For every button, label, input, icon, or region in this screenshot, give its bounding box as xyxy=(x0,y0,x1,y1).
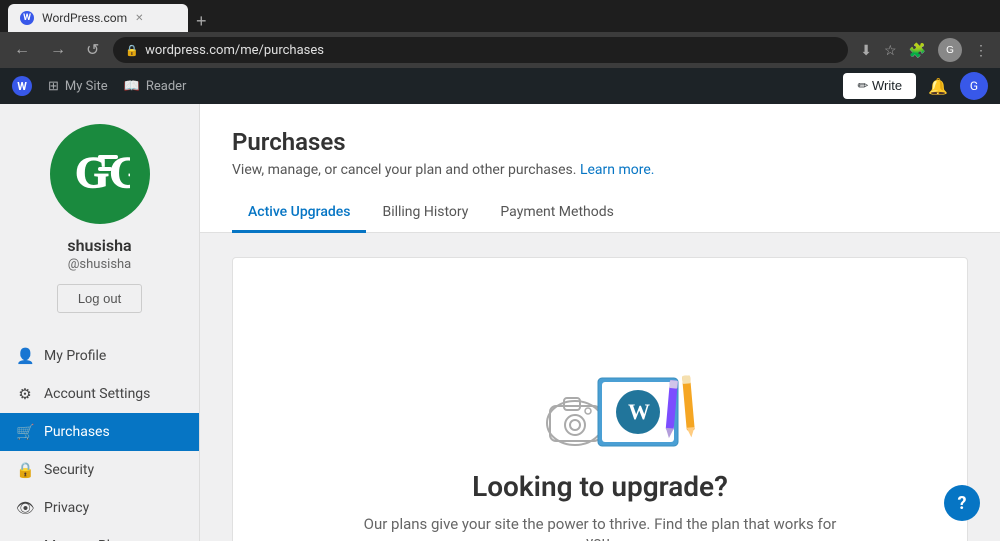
sidebar-item-label: Purchases xyxy=(44,424,183,440)
content-area: Purchases View, manage, or cancel your p… xyxy=(200,104,1000,541)
sidebar-item-label: Security xyxy=(44,462,183,478)
account-settings-icon: ⚙ xyxy=(16,385,34,403)
my-profile-icon: 👤 xyxy=(16,347,34,365)
sidebar-item-label: Privacy xyxy=(44,500,183,516)
sidebar-username: shusisha xyxy=(67,236,131,255)
my-site-label: My Site xyxy=(65,79,108,94)
wp-logo-icon: W xyxy=(12,76,32,96)
back-button[interactable]: ← xyxy=(8,37,36,63)
active-tab[interactable]: W WordPress.com ✕ xyxy=(8,4,188,32)
my-site-nav[interactable]: ⊞ My Site xyxy=(48,79,108,94)
wp-logo[interactable]: W xyxy=(12,76,32,96)
sidebar-item-privacy[interactable]: 👁 Privacy xyxy=(0,489,199,527)
download-icon[interactable]: ⬇ xyxy=(856,38,876,63)
sidebar-item-purchases[interactable]: 🛒 Purchases xyxy=(0,413,199,451)
page-header: Purchases View, manage, or cancel your p… xyxy=(200,104,1000,233)
manage-blogs-icon: ⊞ xyxy=(16,537,34,541)
my-site-icon: ⊞ xyxy=(48,79,59,94)
write-button[interactable]: ✏ Write xyxy=(843,73,916,99)
sidebar-item-label: My Profile xyxy=(44,348,183,364)
sidebar-item-label: Account Settings xyxy=(44,386,183,402)
sidebar-profile: GG shusisha @shusisha Log out xyxy=(0,104,199,329)
svg-text:W: W xyxy=(628,399,650,424)
browser-nav-bar: ← → ↺ 🔒 wordpress.com/me/purchases ⬇ ☆ 🧩… xyxy=(0,32,1000,68)
browser-action-icons: ⬇ ☆ 🧩 G ⋮ xyxy=(856,34,992,66)
sidebar: GG shusisha @shusisha Log out 👤 My Profi… xyxy=(0,104,200,541)
wp-topbar-left: W ⊞ My Site 📖 Reader xyxy=(12,76,186,96)
sidebar-item-my-profile[interactable]: 👤 My Profile xyxy=(0,337,199,375)
reader-nav[interactable]: 📖 Reader xyxy=(124,79,187,94)
sidebar-item-manage-blogs[interactable]: ⊞ Manage Blogs ↗ xyxy=(0,527,199,541)
avatar: GG xyxy=(50,124,150,224)
topbar-avatar[interactable]: G xyxy=(960,72,988,100)
logout-button[interactable]: Log out xyxy=(57,284,142,313)
upgrade-card: W Looking to upgrade? Our plans give you… xyxy=(232,257,968,541)
menu-icon[interactable]: ⋮ xyxy=(970,38,992,63)
sidebar-handle: @shusisha xyxy=(68,257,132,272)
profile-icon[interactable]: G xyxy=(934,34,966,66)
tab-billing-history[interactable]: Billing History xyxy=(366,194,484,233)
profile-avatar: G xyxy=(938,38,962,62)
new-tab-button[interactable]: + xyxy=(188,11,215,32)
page-tabs: Active Upgrades Billing History Payment … xyxy=(232,194,968,232)
upgrade-subtitle: Our plans give your site the power to th… xyxy=(350,515,850,541)
reload-button[interactable]: ↺ xyxy=(80,36,105,64)
sidebar-item-security[interactable]: 🔒 Security xyxy=(0,451,199,489)
forward-button[interactable]: → xyxy=(44,37,72,63)
reader-label: Reader xyxy=(146,79,187,94)
wp-topbar: W ⊞ My Site 📖 Reader ✏ Write 🔔 G xyxy=(0,68,1000,104)
url-text: wordpress.com/me/purchases xyxy=(145,43,324,58)
address-bar[interactable]: 🔒 wordpress.com/me/purchases xyxy=(113,37,848,63)
content-body: W Looking to upgrade? Our plans give you… xyxy=(200,233,1000,541)
help-button[interactable]: ? xyxy=(944,485,980,521)
reader-icon: 📖 xyxy=(124,79,140,94)
security-icon: 🔒 xyxy=(16,461,34,479)
browser-tab-bar: W WordPress.com ✕ + xyxy=(0,0,1000,32)
tab-title: WordPress.com xyxy=(42,11,127,25)
wp-favicon: W xyxy=(20,11,34,25)
page-subtitle: View, manage, or cancel your plan and ot… xyxy=(232,162,968,178)
extensions-icon[interactable]: 🧩 xyxy=(905,38,930,63)
tab-active-upgrades[interactable]: Active Upgrades xyxy=(232,194,366,233)
upgrade-title: Looking to upgrade? xyxy=(472,470,728,503)
purchases-icon: 🛒 xyxy=(16,423,34,441)
main-layout: GG shusisha @shusisha Log out 👤 My Profi… xyxy=(0,104,1000,541)
sidebar-item-account-settings[interactable]: ⚙ Account Settings xyxy=(0,375,199,413)
tab-payment-methods[interactable]: Payment Methods xyxy=(484,194,629,233)
bookmark-icon[interactable]: ☆ xyxy=(880,38,901,63)
lock-icon: 🔒 xyxy=(125,44,139,57)
page-title: Purchases xyxy=(232,128,968,156)
privacy-icon: 👁 xyxy=(16,499,34,517)
tab-close-icon[interactable]: ✕ xyxy=(135,13,143,24)
upgrade-illustration: W xyxy=(520,318,680,438)
avatar-initials: GG xyxy=(70,145,130,203)
wp-topbar-right: ✏ Write 🔔 G xyxy=(843,72,988,100)
notifications-icon[interactable]: 🔔 xyxy=(928,77,948,96)
sidebar-nav: 👤 My Profile ⚙ Account Settings 🛒 Purcha… xyxy=(0,329,199,541)
learn-more-link[interactable]: Learn more. xyxy=(580,162,655,178)
